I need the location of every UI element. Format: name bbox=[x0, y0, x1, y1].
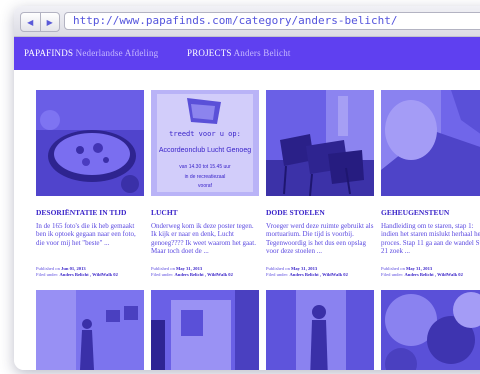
post-meta: Published on May 31, 2013 Filed under: A… bbox=[266, 266, 374, 278]
nav-buttons: ◀ ▶ bbox=[20, 12, 60, 32]
post-thumbnail-row2[interactable] bbox=[266, 290, 374, 370]
poster-line-3: van 14.30 tot 15.45 uur bbox=[179, 164, 231, 170]
nav-brand-link[interactable]: PAPAFINDS Nederlandse Afdeling bbox=[24, 48, 158, 58]
poster-line-4: in de recreatiezaal bbox=[185, 174, 226, 180]
filed-categories[interactable]: Anders Belicht , WildWalk 02 bbox=[404, 272, 462, 277]
post-thumbnail-row2[interactable] bbox=[381, 290, 480, 370]
post-thumbnail[interactable]: treedt voor u op: Accordeonclub Lucht Ge… bbox=[151, 90, 259, 196]
post-title[interactable]: LUCHT bbox=[151, 208, 259, 217]
post-thumbnail-row2[interactable] bbox=[151, 290, 259, 370]
post-title[interactable]: DODE STOELEN bbox=[266, 208, 374, 217]
filed-categories[interactable]: Anders Belicht , WildWalk 02 bbox=[289, 272, 347, 277]
projects-sub-label: Anders Belicht bbox=[233, 48, 291, 58]
post-card: DESORIËNTATIE IN TIJD In de 165 foto's d… bbox=[36, 90, 144, 278]
post-meta: Published on May 31, 2013 Filed under: A… bbox=[381, 266, 480, 278]
published-label: Published on bbox=[36, 266, 60, 271]
site-navigation: PAPAFINDS Nederlandse Afdeling PROJECTS … bbox=[14, 37, 480, 70]
post-excerpt: Onderweg kom ik deze poster tegen. Ik ki… bbox=[151, 222, 256, 256]
brand-sub-label: Nederlandse Afdeling bbox=[75, 48, 159, 58]
post-excerpt: In de 165 foto's die ik heb gemaakt ben … bbox=[36, 222, 136, 247]
filed-categories[interactable]: Anders Belicht , WildWalk 02 bbox=[59, 272, 117, 277]
post-meta: Published on May 31, 2013 Filed under: A… bbox=[151, 266, 259, 278]
post-excerpt: Vroeger werd deze ruimte gebruikt als mo… bbox=[266, 222, 374, 256]
projects-label: PROJECTS bbox=[187, 48, 232, 58]
browser-toolbar: ◀ ▶ http://www.papafinds.com/category/an… bbox=[14, 6, 480, 37]
filed-label: Filed under: bbox=[266, 272, 289, 277]
post-card: DODE STOELEN Vroeger werd deze ruimte ge… bbox=[266, 90, 374, 278]
published-date: May 31, 2013 bbox=[176, 266, 203, 271]
post-grid: DESORIËNTATIE IN TIJD In de 165 foto's d… bbox=[14, 70, 480, 370]
post-card: treedt voor u op: Accordeonclub Lucht Ge… bbox=[151, 90, 259, 278]
forward-button[interactable]: ▶ bbox=[39, 13, 60, 31]
poster-line-5: vooraf bbox=[198, 183, 213, 189]
published-date: May 31, 2013 bbox=[291, 266, 318, 271]
post-thumbnail-row2[interactable] bbox=[36, 290, 144, 370]
poster-image: treedt voor u op: Accordeonclub Lucht Ge… bbox=[151, 90, 259, 196]
post-meta: Published on Jun 01, 2013 Filed under: A… bbox=[36, 266, 144, 278]
poster-line-2: Accordeonclub Lucht Genoeg bbox=[159, 147, 251, 154]
filed-label: Filed under: bbox=[36, 272, 59, 277]
post-excerpt: Handleiding om te staren, stap 1: indien… bbox=[381, 222, 480, 256]
browser-window: ◀ ▶ http://www.papafinds.com/category/an… bbox=[14, 6, 480, 370]
filed-label: Filed under: bbox=[151, 272, 174, 277]
published-date: Jun 01, 2013 bbox=[61, 266, 86, 271]
nav-projects-link[interactable]: PROJECTS Anders Belicht bbox=[187, 48, 291, 58]
address-bar[interactable]: http://www.papafinds.com/category/anders… bbox=[64, 12, 480, 30]
brand-label: PAPAFINDS bbox=[24, 48, 74, 58]
post-title[interactable]: GEHEUGENSTEUN bbox=[381, 208, 480, 217]
filed-categories[interactable]: Anders Belicht , WildWalk 02 bbox=[174, 272, 232, 277]
post-thumbnail[interactable] bbox=[266, 90, 374, 196]
post-thumbnail[interactable] bbox=[381, 90, 480, 196]
published-label: Published on bbox=[151, 266, 175, 271]
post-thumbnail[interactable] bbox=[36, 90, 144, 196]
poster-line-1: treedt voor u op: bbox=[169, 130, 241, 138]
post-card: GEHEUGENSTEUN Handleiding om te staren, … bbox=[381, 90, 480, 278]
filed-label: Filed under: bbox=[381, 272, 404, 277]
post-title[interactable]: DESORIËNTATIE IN TIJD bbox=[36, 208, 144, 217]
published-label: Published on bbox=[381, 266, 405, 271]
published-label: Published on bbox=[266, 266, 290, 271]
back-button[interactable]: ◀ bbox=[21, 13, 40, 31]
published-date: May 31, 2013 bbox=[406, 266, 433, 271]
